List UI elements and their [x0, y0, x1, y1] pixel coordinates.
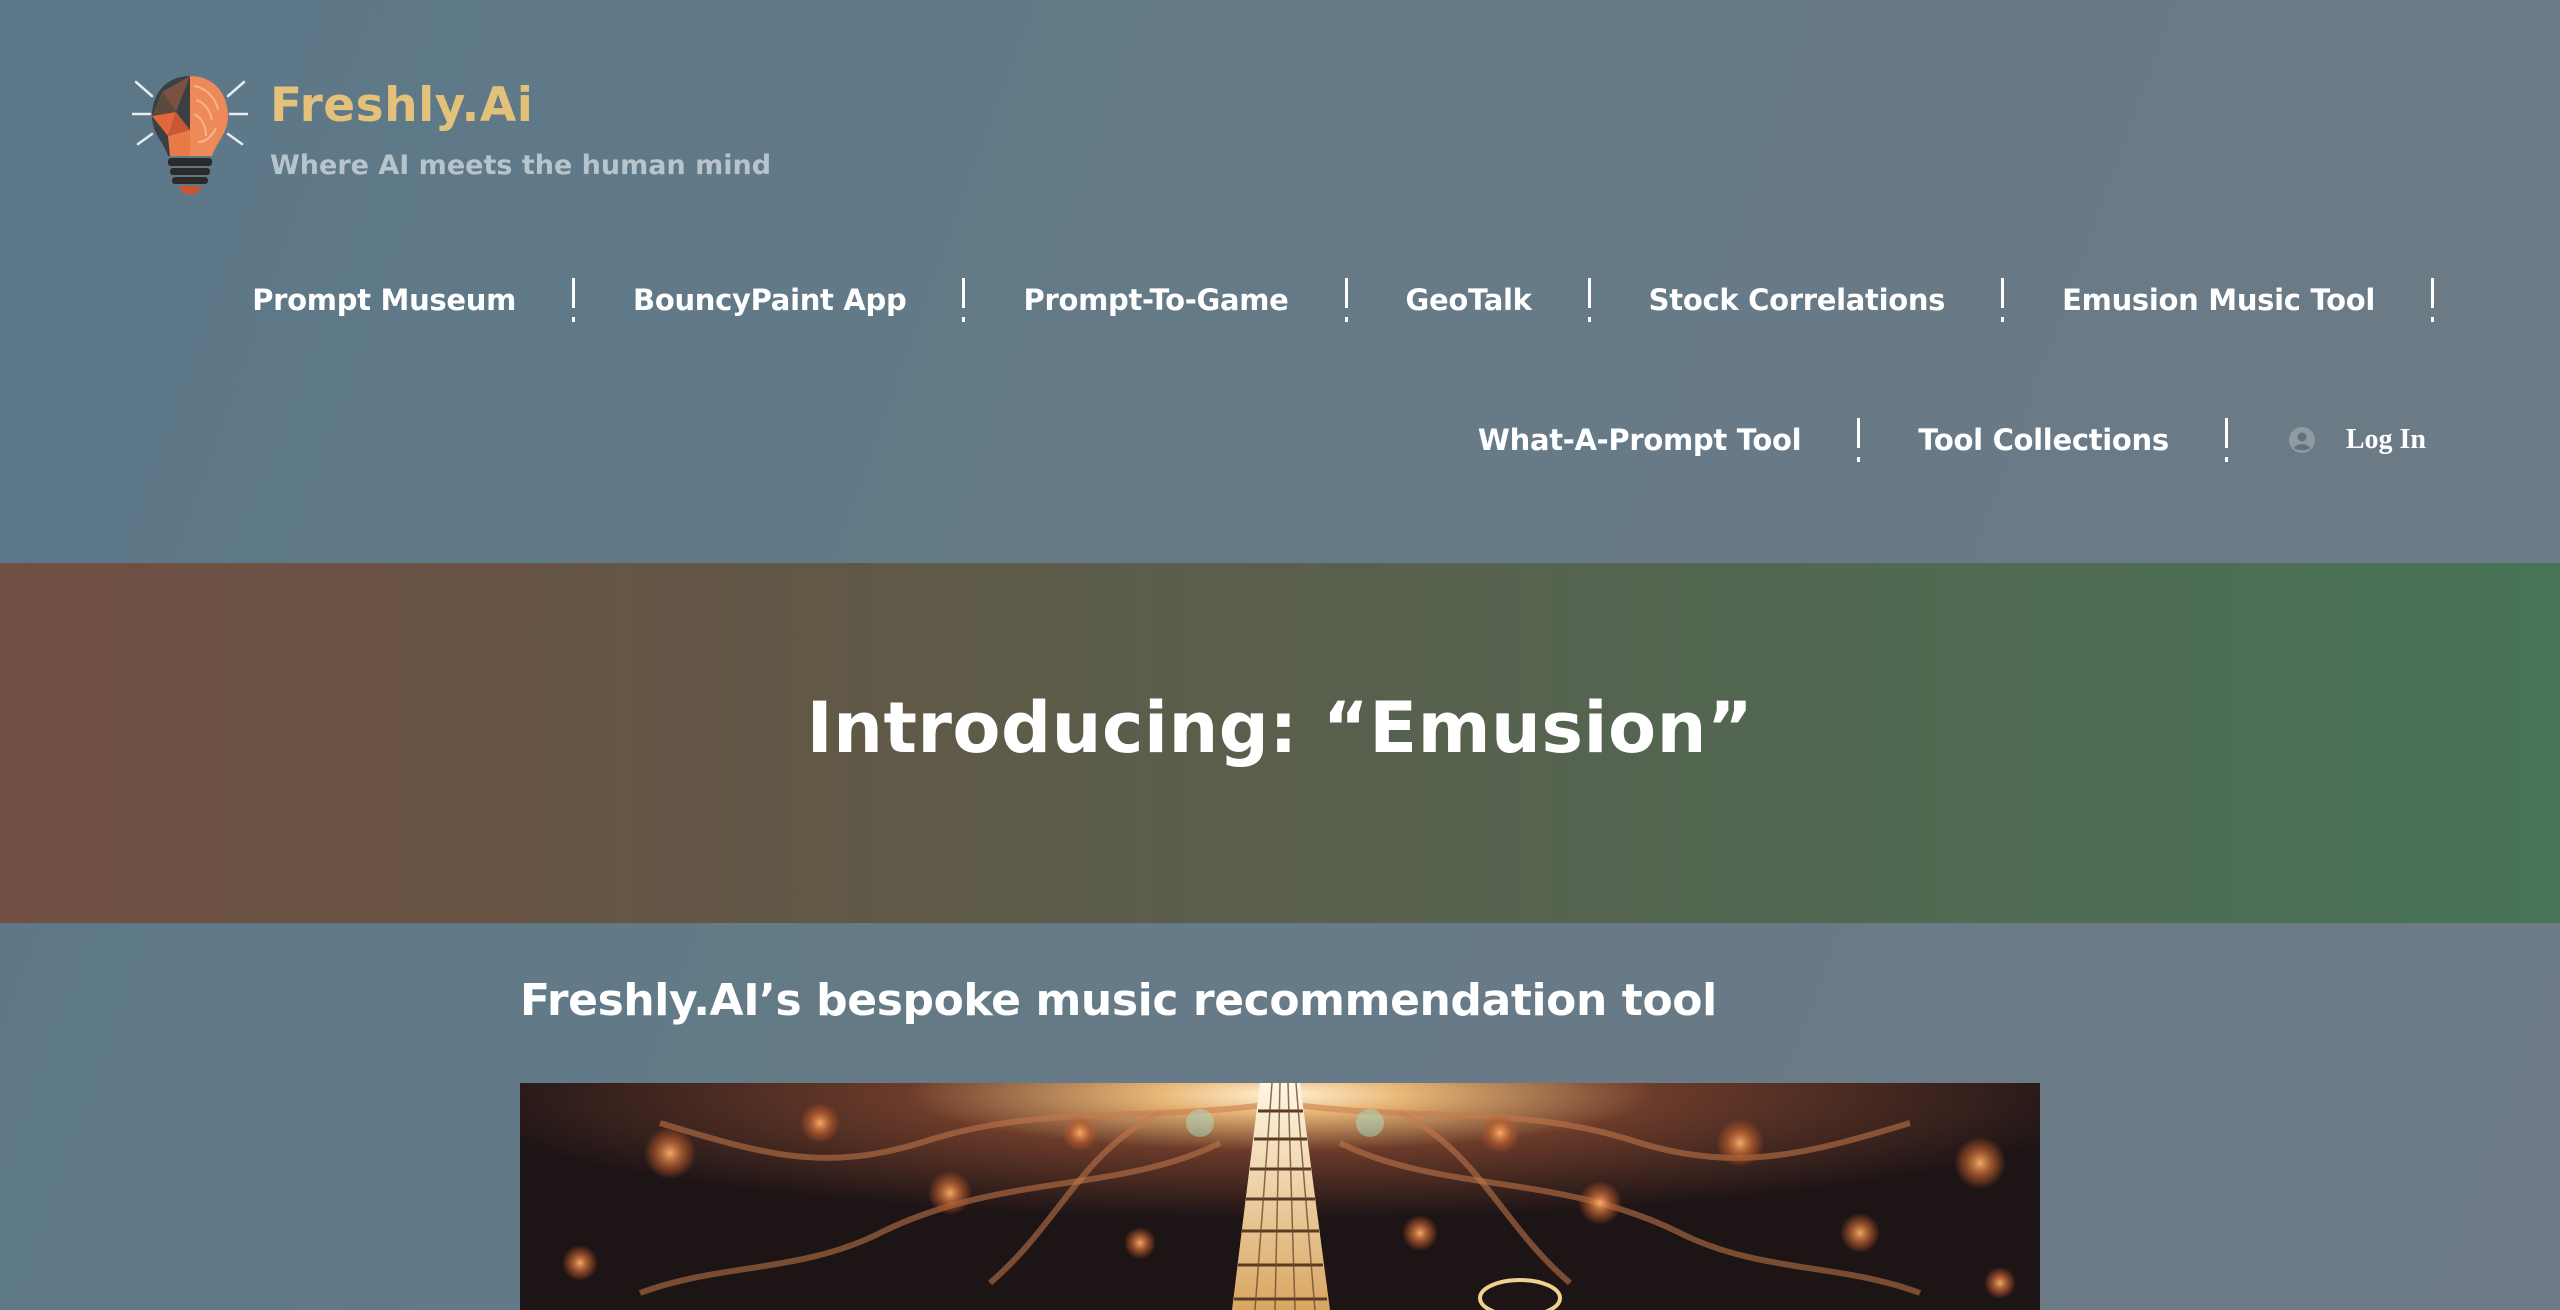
nav-emusion-music-tool[interactable]: Emusion Music Tool	[2062, 270, 2431, 330]
nav-separator	[572, 278, 576, 322]
user-circle-icon	[2288, 427, 2315, 453]
nav-geotalk[interactable]: GeoTalk	[1406, 270, 1588, 330]
site-title[interactable]: Freshly.Ai	[270, 80, 771, 132]
nav-separator	[2431, 278, 2434, 322]
nav-prompt-to-game[interactable]: Prompt-To-Game	[1023, 270, 1344, 330]
brand-text: Freshly.Ai Where AI meets the human mind	[270, 80, 771, 181]
site-tagline: Where AI meets the human mind	[270, 149, 772, 181]
guitar-neck-illustration	[520, 1083, 2040, 1310]
nav-bouncypaint-app[interactable]: BouncyPaint App	[633, 270, 962, 330]
section-heading: Freshly.AI’s bespoke music recommendatio…	[520, 975, 1717, 1026]
login-link[interactable]: Log In	[2286, 424, 2426, 456]
hero-title: Introducing: “Emusion”	[806, 687, 1754, 769]
main-nav-row-1: Prompt Museum BouncyPaint App Prompt-To-…	[252, 270, 2434, 330]
guitar-image-art	[520, 1083, 2040, 1310]
main-content: Freshly.AI’s bespoke music recommendatio…	[520, 975, 2040, 1310]
nav-separator	[1587, 278, 1591, 322]
nav-stock-correlations[interactable]: Stock Correlations	[1649, 270, 2001, 330]
nav-prompt-museum[interactable]: Prompt Museum	[252, 270, 572, 330]
main-nav-row-2: What-A-Prompt Tool Tool Collections Log …	[1478, 410, 2426, 470]
brand: Freshly.Ai Where AI meets the human mind	[132, 72, 771, 196]
site-header: Freshly.Ai Where AI meets the human mind…	[0, 0, 2560, 563]
nav-tool-collections[interactable]: Tool Collections	[1918, 410, 2225, 470]
nav-separator	[2001, 278, 2005, 322]
nav-separator	[1344, 278, 1348, 322]
login-label: Log In	[2345, 424, 2426, 455]
nav-separator	[1857, 418, 1861, 462]
nav-what-a-prompt-tool[interactable]: What-A-Prompt Tool	[1478, 410, 1857, 470]
lightbulb-brain-icon[interactable]	[132, 72, 248, 196]
nav-separator	[2224, 418, 2228, 462]
nav-separator	[962, 278, 966, 322]
hero-banner: Introducing: “Emusion”	[0, 563, 2560, 923]
